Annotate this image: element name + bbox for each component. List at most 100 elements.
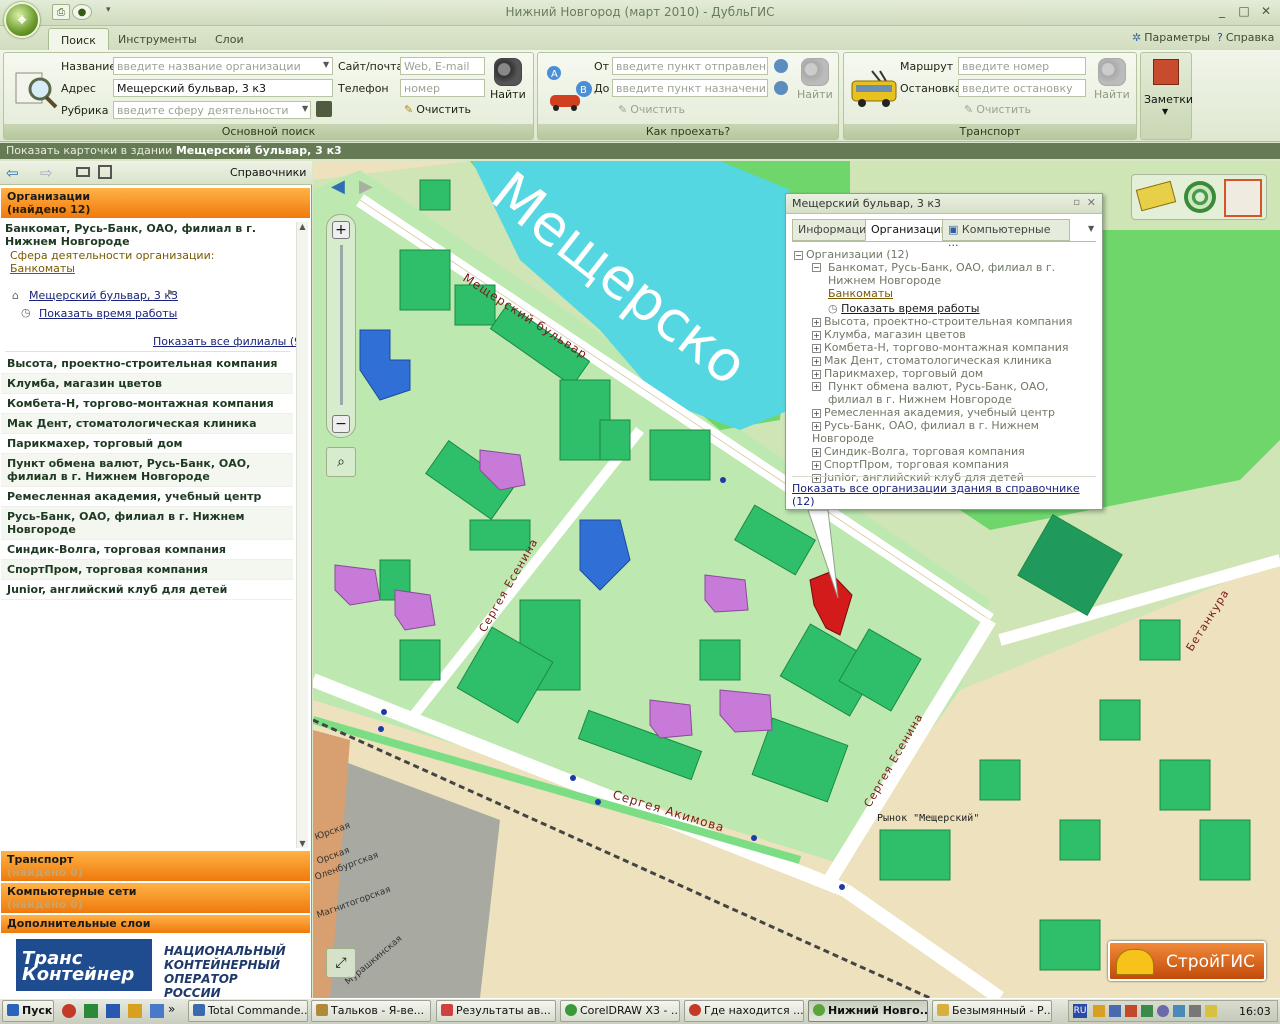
transport-section[interactable]: Транспорт (найдено 0) xyxy=(1,851,310,881)
address-link[interactable]: Мещерский бульвар, 3 к3 xyxy=(29,289,178,302)
computer-networks-section[interactable]: Компьютерные сети (найдено 0) xyxy=(1,883,310,913)
notes-button[interactable]: Заметки ▼ xyxy=(1140,52,1193,140)
reference-dropdown[interactable]: Справочники xyxy=(230,166,306,179)
activity-link[interactable]: Банкоматы xyxy=(10,262,75,275)
additional-layers-section[interactable]: Дополнительные слои xyxy=(1,915,310,933)
start-button[interactable]: Пуск xyxy=(2,1000,54,1022)
fit-view-icon[interactable]: ⤢ xyxy=(326,948,356,978)
selected-org-name[interactable]: Банкомат, Русь-Банк, ОАО, филиал в г. Ни… xyxy=(5,222,295,248)
pick-to-map-icon[interactable] xyxy=(774,81,788,95)
transport-clear-button[interactable]: ✎ Очистить xyxy=(964,103,1031,116)
list-item[interactable]: СпортПром, торговая компания xyxy=(1,560,293,580)
list-item[interactable]: Ремесленная академия, учебный центр xyxy=(1,487,293,507)
map-back-icon[interactable]: ◀ xyxy=(331,176,345,197)
tab-tools[interactable]: Инструменты xyxy=(106,28,209,52)
zoom-track[interactable] xyxy=(340,245,343,405)
tabs-overflow-icon[interactable]: ▼ xyxy=(1088,224,1094,233)
route-number-input[interactable]: введите номер xyxy=(958,57,1086,75)
zoom-slider[interactable]: + − xyxy=(326,214,356,438)
pin-icon[interactable]: ▫ xyxy=(1073,197,1080,208)
close-icon[interactable]: ✕ xyxy=(1087,196,1096,209)
tree-hours-link[interactable]: ◷ Показать время работы xyxy=(794,302,1094,315)
taskbar-item[interactable]: Результаты ав... xyxy=(436,1000,556,1022)
list-item[interactable]: Парикмахер, торговый дом xyxy=(1,434,293,454)
tree-activity-link[interactable]: Банкоматы xyxy=(794,287,1094,300)
clock[interactable]: 16:03 xyxy=(1239,1005,1271,1018)
left-scrollbar[interactable]: ▲ ▼ xyxy=(296,222,308,848)
name-input[interactable]: введите название организации xyxy=(113,57,333,75)
show-all-orgs-link[interactable]: Показать все организации здания в справо… xyxy=(792,482,1080,495)
list-item[interactable]: Комбета-Н, торгово-монтажная компания xyxy=(1,394,293,414)
quicklaunch-icon[interactable] xyxy=(150,1004,164,1018)
list-item[interactable]: Синдик-Волга, торговая компания xyxy=(1,540,293,560)
zoom-in-icon[interactable]: + xyxy=(332,221,350,239)
tree-item[interactable]: + Мак Дент, стоматологическая клиника xyxy=(794,354,1094,367)
ruler-icon[interactable] xyxy=(1135,180,1177,212)
name-dropdown-arrow-icon[interactable]: ▼ xyxy=(323,60,329,69)
map-forward-icon[interactable]: ▶ xyxy=(359,176,373,197)
taskbar-item[interactable]: Где находится ... xyxy=(684,1000,804,1022)
pick-from-map-icon[interactable] xyxy=(774,59,788,73)
tree-item[interactable]: + Синдик-Волга, торговая компания xyxy=(794,445,1094,458)
site-input[interactable]: Web, E-mail xyxy=(400,57,485,75)
quicklaunch-overflow-icon[interactable]: » xyxy=(168,1002,175,1016)
close-button[interactable]: ✕ xyxy=(1256,4,1276,20)
popup-tab-orgs[interactable]: Организации xyxy=(865,219,954,241)
volume-icon[interactable] xyxy=(1189,1005,1201,1017)
tab-search[interactable]: Поиск xyxy=(48,28,109,52)
show-branches-link[interactable]: Показать все филиалы (9) xyxy=(153,335,305,348)
tray-icon[interactable] xyxy=(1109,1005,1121,1017)
tray-icon[interactable] xyxy=(1205,1005,1217,1017)
tray-icon[interactable] xyxy=(1125,1005,1137,1017)
tree-root[interactable]: − Организации (12) xyxy=(794,248,1094,261)
quicklaunch-icon[interactable] xyxy=(128,1004,142,1018)
route-clear-button[interactable]: ✎ Очистить xyxy=(618,103,685,116)
address-input[interactable]: Мещерский бульвар, 3 к3 xyxy=(113,79,333,97)
info-bar[interactable]: Показать карточки в здании Мещерский бул… xyxy=(0,143,1280,159)
search-find-button[interactable]: Найти xyxy=(490,58,526,101)
taskbar-item[interactable]: Безымянный - Р... xyxy=(932,1000,1052,1022)
stop-input[interactable]: введите остановку xyxy=(958,79,1086,97)
rubricator-icon[interactable] xyxy=(316,101,332,117)
magnify-tool-icon[interactable]: ⌕ xyxy=(326,447,356,477)
rubric-dropdown-arrow-icon[interactable]: ▼ xyxy=(302,104,308,113)
tray-icon[interactable] xyxy=(1093,1005,1105,1017)
tree-item[interactable]: + СпортПром, торговая компания xyxy=(794,458,1094,471)
rubric-input[interactable]: введите сферу деятельности xyxy=(113,101,311,119)
opera-icon[interactable] xyxy=(62,1004,76,1018)
list-item[interactable]: Высота, проектно-строительная компания xyxy=(1,354,293,374)
list-view-icon[interactable] xyxy=(98,165,112,179)
network-icon[interactable] xyxy=(1173,1005,1185,1017)
app-menu-button[interactable]: ⌖ xyxy=(4,2,40,38)
taskbar-item[interactable]: Тальков - Я-ве... xyxy=(311,1000,431,1022)
taskbar-item[interactable]: Total Commande... xyxy=(188,1000,308,1022)
tree-item[interactable]: + Высота, проектно-строительная компания xyxy=(794,315,1094,328)
list-item[interactable]: Пункт обмена валют, Русь-Банк, ОАО, фили… xyxy=(1,454,293,487)
tree-item-expanded[interactable]: − Банкомат, Русь-Банк, ОАО, филиал в г. … xyxy=(794,261,1094,287)
ad-banner[interactable]: Транс Контейнер НАЦИОНАЛЬНЫЙ КОНТЕЙНЕРНЫ… xyxy=(14,937,296,1000)
popup-tab-networks[interactable]: ▣ Компьютерные ... xyxy=(942,219,1070,249)
tree-item[interactable]: + Ремесленная академия, учебный центр xyxy=(794,406,1094,419)
list-item[interactable]: Русь-Банк, ОАО, филиал в г. Нижнем Новго… xyxy=(1,507,293,540)
from-input[interactable]: введите пункт отправления xyxy=(612,57,768,75)
tray-icon[interactable] xyxy=(1157,1005,1169,1017)
tree-item[interactable]: + Пункт обмена валют, Русь-Банк, ОАО, фил… xyxy=(794,380,1094,406)
language-indicator[interactable]: RU xyxy=(1073,1004,1087,1018)
help-link[interactable]: ? Справка xyxy=(1217,31,1274,44)
word-icon[interactable] xyxy=(106,1004,120,1018)
back-arrow-icon[interactable]: ⇦ xyxy=(6,164,19,182)
taskbar-item[interactable]: CorelDRAW X3 - ... xyxy=(560,1000,680,1022)
search-clear-button[interactable]: ✎ Очистить xyxy=(404,103,471,116)
show-hours-link[interactable]: Показать время работы xyxy=(39,307,177,320)
to-input[interactable]: введите пункт назначения xyxy=(612,79,768,97)
print-list-icon[interactable] xyxy=(76,167,90,177)
minimize-button[interactable]: _ xyxy=(1212,4,1232,20)
excel-icon[interactable] xyxy=(84,1004,98,1018)
list-item[interactable]: Junior, английский клуб для детей xyxy=(1,580,293,600)
params-link[interactable]: ✲ Параметры xyxy=(1132,31,1210,44)
maximize-button[interactable]: □ xyxy=(1234,4,1254,20)
transport-find-button[interactable]: Найти xyxy=(1094,58,1130,101)
list-item[interactable]: Клумба, магазин цветов xyxy=(1,374,293,394)
tree-item[interactable]: + Русь-Банк, ОАО, филиал в г. Нижнем Новг… xyxy=(794,419,1094,445)
tab-layers[interactable]: Слои xyxy=(203,28,256,52)
